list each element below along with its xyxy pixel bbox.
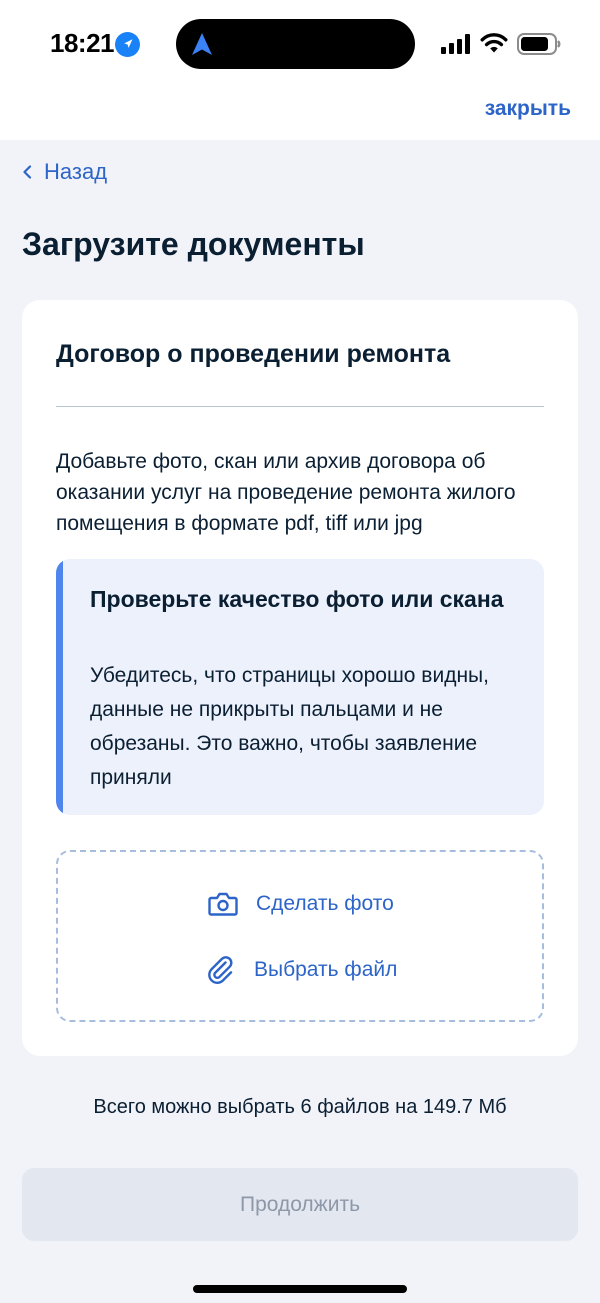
camera-icon	[208, 892, 238, 916]
chevron-left-icon	[23, 165, 32, 179]
notice-title: Проверьте качество фото или скана	[90, 586, 504, 612]
back-label: Назад	[44, 159, 108, 184]
close-link[interactable]: закрыть	[485, 97, 571, 121]
document-card: Договор о проведении ремонта Добавьте фо…	[22, 300, 578, 1056]
top-header: закрыть	[0, 90, 600, 140]
notice-text: Убедитесь, что страницы хорошо видны, да…	[90, 664, 489, 789]
wifi-icon	[480, 33, 508, 53]
navigation-arrow-icon	[192, 33, 212, 55]
file-limit-text: Всего можно выбрать 6 файлов на 149.7 Мб	[93, 1096, 507, 1118]
quality-notice: Проверьте качество фото или скана Убедит…	[56, 559, 544, 815]
page-title: Загрузите документы	[22, 226, 365, 262]
upload-dropzone[interactable]: Сделать фото Выбрать файл	[56, 850, 544, 1022]
choose-file-label: Выбрать файл	[254, 958, 398, 981]
card-title: Договор о проведении ремонта	[56, 340, 451, 368]
home-indicator	[193, 1285, 407, 1293]
status-time: 18:21	[50, 28, 115, 58]
take-photo-button[interactable]: Сделать фото	[208, 890, 394, 918]
card-divider	[56, 406, 544, 407]
choose-file-button[interactable]: Выбрать файл	[206, 956, 397, 984]
battery-icon	[517, 33, 561, 55]
continue-button[interactable]: Продолжить	[22, 1168, 578, 1241]
notice-accent-bar	[56, 559, 63, 815]
paperclip-icon	[208, 956, 233, 984]
status-bar: 18:21	[0, 0, 600, 90]
card-description: Добавьте фото, скан или архив договора о…	[56, 450, 516, 535]
back-link[interactable]: Назад	[22, 159, 107, 185]
cellular-signal-icon	[441, 34, 470, 54]
location-arrow-icon	[115, 32, 140, 57]
take-photo-label: Сделать фото	[256, 892, 394, 915]
